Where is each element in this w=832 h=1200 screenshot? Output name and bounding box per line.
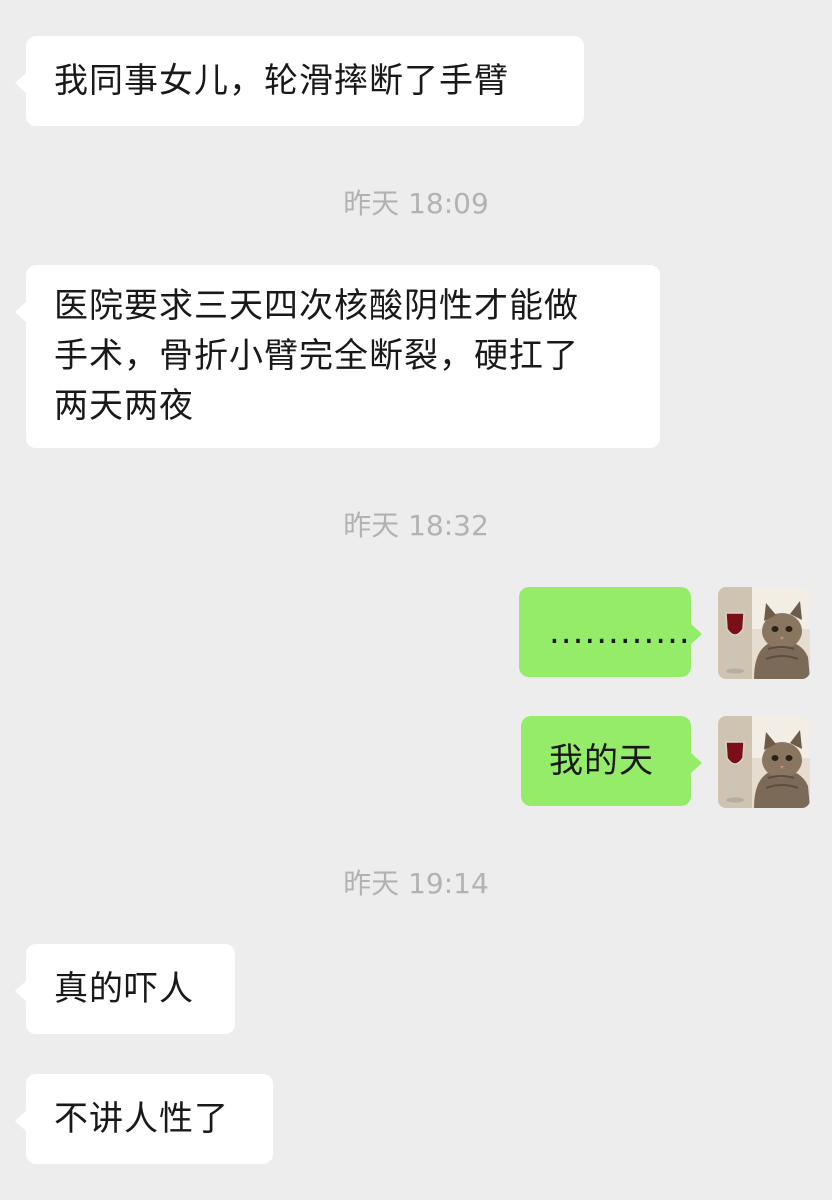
incoming-message-bubble[interactable]: 我同事女儿，轮滑摔断了手臂 [15, 36, 584, 126]
cat-with-wine-glass-avatar [718, 587, 810, 679]
chat-message-list[interactable]: 我同事女儿，轮滑摔断了手臂 昨天 18:09 医院要求三天四次核酸阴性才能做 手… [0, 0, 832, 1200]
message-text: 真的吓人 [54, 969, 194, 1009]
timestamp: 昨天 18:32 [343, 509, 489, 542]
message-text: 医院要求三天四次核酸阴性才能做 手术，骨折小臂完全断裂，硬扛了 两天两夜 [54, 286, 579, 426]
incoming-message-bubble[interactable]: 不讲人性了 [15, 1074, 273, 1164]
incoming-message-bubble[interactable]: 真的吓人 [15, 944, 235, 1034]
message-text: 我的天 [549, 741, 654, 781]
incoming-message-bubble[interactable]: 医院要求三天四次核酸阴性才能做 手术，骨折小臂完全断裂，硬扛了 两天两夜 [15, 265, 660, 448]
cat-with-wine-glass-avatar [718, 716, 810, 808]
outgoing-message-bubble[interactable]: 我的天 [521, 716, 702, 806]
timestamp: 昨天 18:09 [343, 187, 489, 220]
avatar[interactable] [718, 587, 810, 679]
timestamp: 昨天 19:14 [343, 867, 489, 900]
message-text: ............ [549, 612, 691, 652]
message-text: 不讲人性了 [54, 1099, 229, 1139]
message-text: 我同事女儿，轮滑摔断了手臂 [54, 61, 509, 101]
outgoing-message-bubble[interactable]: ............ [519, 587, 702, 677]
avatar[interactable] [718, 716, 810, 808]
